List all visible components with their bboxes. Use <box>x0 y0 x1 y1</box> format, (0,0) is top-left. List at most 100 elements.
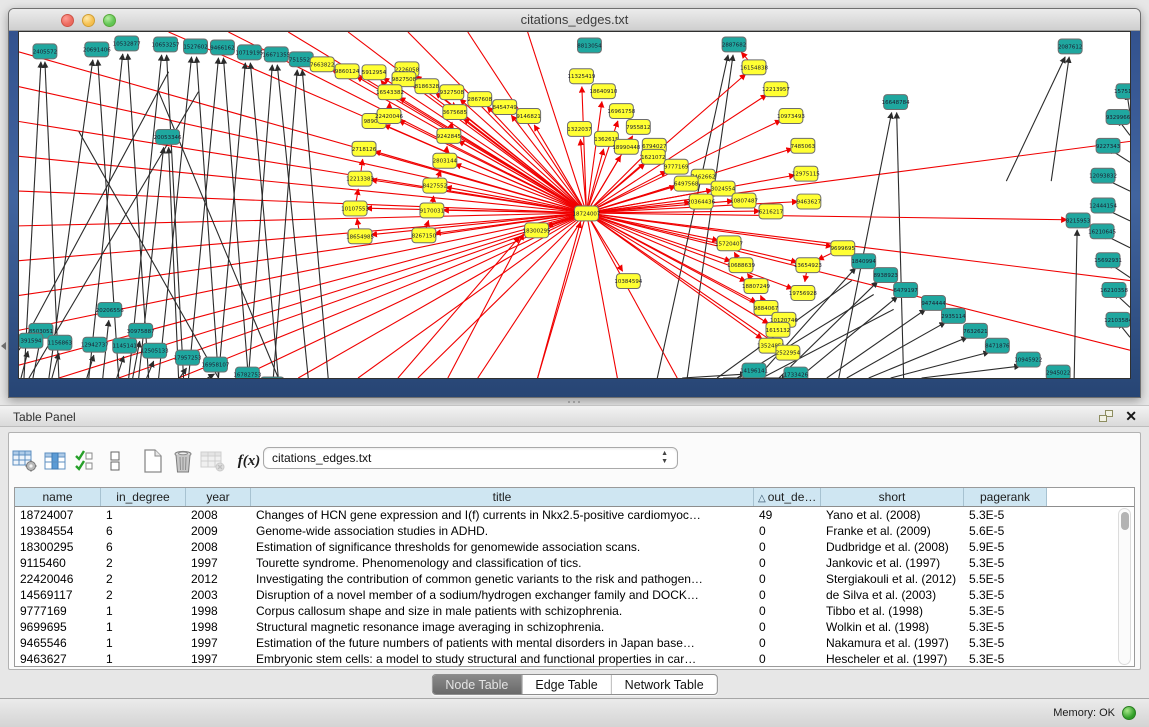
node-12093832[interactable]: 12093832 <box>1089 168 1117 183</box>
selected-node-9170031[interactable]: 9170031 <box>420 203 444 218</box>
red-edge[interactable] <box>538 222 581 378</box>
node-1733426[interactable]: 1733426 <box>784 367 809 378</box>
selected-node-16543382[interactable]: 16543382 <box>376 85 404 100</box>
black-edge[interactable] <box>302 70 328 378</box>
node-14196141[interactable]: 14196141 <box>740 363 768 378</box>
tab-node-table[interactable]: Node Table <box>432 675 521 694</box>
red-edge[interactable] <box>582 87 587 213</box>
selected-node-18724007[interactable]: 18724007 <box>573 206 601 221</box>
black-edge[interactable] <box>891 352 990 378</box>
delete-table-button[interactable] <box>198 447 228 475</box>
selected-node-18300295[interactable]: 18300295 <box>523 223 551 238</box>
selected-node-13654923[interactable]: 13654923 <box>794 258 822 273</box>
node-12505133[interactable]: 12505133 <box>141 343 169 358</box>
selected-node-16154838[interactable]: 16154838 <box>740 60 768 75</box>
node-15751074[interactable]: 15751074 <box>1114 84 1130 99</box>
selected-node-15720407[interactable]: 15720407 <box>715 236 743 251</box>
table-row[interactable]: 969969511998Structural magnetic resonanc… <box>15 619 1134 635</box>
node-2405572[interactable]: 2405572 <box>33 44 57 59</box>
red-edge[interactable] <box>448 234 524 378</box>
red-edge[interactable] <box>586 213 730 261</box>
selected-node-6497568[interactable]: 6497568 <box>674 176 699 191</box>
node-16671355[interactable]: 16671355 <box>262 47 290 62</box>
red-edge[interactable] <box>179 213 587 378</box>
selected-node-8454749[interactable]: 8454749 <box>492 100 517 115</box>
selected-node-10807487[interactable]: 10807487 <box>730 193 758 208</box>
black-edge[interactable] <box>1074 230 1077 378</box>
table-row[interactable]: 911546021997Tourette syndrome. Phenomeno… <box>15 555 1134 571</box>
selected-node-18654985[interactable]: 18654985 <box>346 229 374 244</box>
table-row[interactable]: 946362711997Embryonic stem cells: a mode… <box>15 651 1134 667</box>
black-edge[interactable] <box>897 113 904 378</box>
selected-node-16961758[interactable]: 16961758 <box>607 104 635 119</box>
node-12942737[interactable]: 12942737 <box>81 337 109 352</box>
new-column-button[interactable] <box>138 447 168 475</box>
selected-node-7485063[interactable]: 7485063 <box>791 138 816 153</box>
column-header-short[interactable]: short <box>821 488 964 506</box>
selected-node-18807249[interactable]: 18807249 <box>742 279 770 294</box>
red-edge[interactable] <box>19 121 586 212</box>
node-10532877[interactable]: 10532877 <box>113 36 141 51</box>
selected-node-5912954[interactable]: 5912954 <box>362 65 387 80</box>
node-9329966[interactable]: 9329966 <box>1106 110 1130 125</box>
black-edge[interactable] <box>207 374 214 378</box>
black-edge[interactable] <box>248 65 272 378</box>
selected-node-3024554[interactable]: 3024554 <box>711 181 736 196</box>
selected-node-11325419[interactable]: 11325419 <box>568 69 596 84</box>
table-mode-button[interactable] <box>10 447 40 475</box>
red-edge[interactable] <box>586 213 1130 281</box>
table-row[interactable]: 1938455462009Genome-wide association stu… <box>15 523 1134 539</box>
node-1156863[interactable]: 1156863 <box>48 335 73 350</box>
node-2935114[interactable]: 2935114 <box>941 308 966 323</box>
node-9227343[interactable]: 9227343 <box>1096 138 1121 153</box>
node-20206556[interactable]: 20206556 <box>96 302 124 317</box>
table-row[interactable]: 946554611997Estimation of the future num… <box>15 635 1134 651</box>
black-edge[interactable] <box>1006 57 1065 181</box>
node-1527602[interactable]: 1527602 <box>183 39 207 54</box>
tab-network-table[interactable]: Network Table <box>611 675 717 694</box>
select-all-columns-button[interactable] <box>70 447 100 475</box>
node-9474444[interactable]: 9474444 <box>921 295 946 310</box>
node-8215953[interactable]: 8215953 <box>1066 213 1091 228</box>
selected-node-8186328[interactable]: 8186328 <box>415 79 440 94</box>
node-17957253[interactable]: 17957253 <box>174 350 202 365</box>
black-edge[interactable] <box>89 54 123 378</box>
node-2087612[interactable]: 2087612 <box>1058 39 1082 54</box>
selected-node-7663822[interactable]: 7663822 <box>310 57 334 72</box>
splitter-handle-icon[interactable] <box>568 400 580 404</box>
selected-node-12213957[interactable]: 12213957 <box>762 82 790 97</box>
node-10719195[interactable]: 10719195 <box>235 45 263 60</box>
table-select-dropdown[interactable]: citations_edges.txt ▲▼ <box>263 447 678 469</box>
black-edge[interactable] <box>49 60 93 378</box>
selected-node-9699695[interactable]: 9699695 <box>831 241 855 256</box>
row-format-button[interactable] <box>100 447 130 475</box>
selected-node-2718126[interactable]: 2718126 <box>352 141 377 156</box>
black-edge[interactable] <box>223 58 248 378</box>
node-20691406[interactable]: 20691406 <box>83 42 111 57</box>
node-30975887[interactable]: 30975887 <box>127 323 155 338</box>
selected-node-22420046[interactable]: 22420046 <box>375 109 403 124</box>
selected-node-1621072[interactable]: 1621072 <box>641 149 665 164</box>
selected-node-9777169[interactable]: 9777169 <box>664 159 689 174</box>
node-1145141[interactable]: 1145141 <box>113 338 137 353</box>
red-edge[interactable] <box>586 141 1130 213</box>
selected-node-19756928[interactable]: 19756928 <box>789 286 817 301</box>
selected-node-1615132[interactable]: 1615132 <box>766 322 790 337</box>
selected-node-1322037[interactable]: 1322037 <box>567 121 592 136</box>
column-header-in_degree[interactable]: in_degree <box>101 488 186 506</box>
red-edge[interactable] <box>59 213 587 378</box>
selected-node-7955812[interactable]: 7955812 <box>626 119 650 134</box>
node-9466162[interactable]: 9466162 <box>210 40 234 55</box>
column-header-out_de[interactable]: △out_de… <box>754 488 821 506</box>
collapse-panel-arrow-icon[interactable] <box>1 342 6 350</box>
node-12103584[interactable]: 12103584 <box>1104 312 1130 327</box>
selected-node-9327508[interactable]: 9327508 <box>440 85 465 100</box>
selected-node-9860124[interactable]: 9860124 <box>335 64 360 79</box>
node-16210358[interactable]: 16210358 <box>1100 283 1128 298</box>
selected-node-10688639[interactable]: 10688639 <box>727 258 755 273</box>
selected-node-10107553[interactable]: 10107553 <box>341 201 369 216</box>
red-edge[interactable] <box>358 213 586 378</box>
selected-node-10384594[interactable]: 10384594 <box>614 274 642 289</box>
show-columns-button[interactable] <box>40 447 70 475</box>
selected-node-2867608[interactable]: 2867608 <box>468 92 493 107</box>
